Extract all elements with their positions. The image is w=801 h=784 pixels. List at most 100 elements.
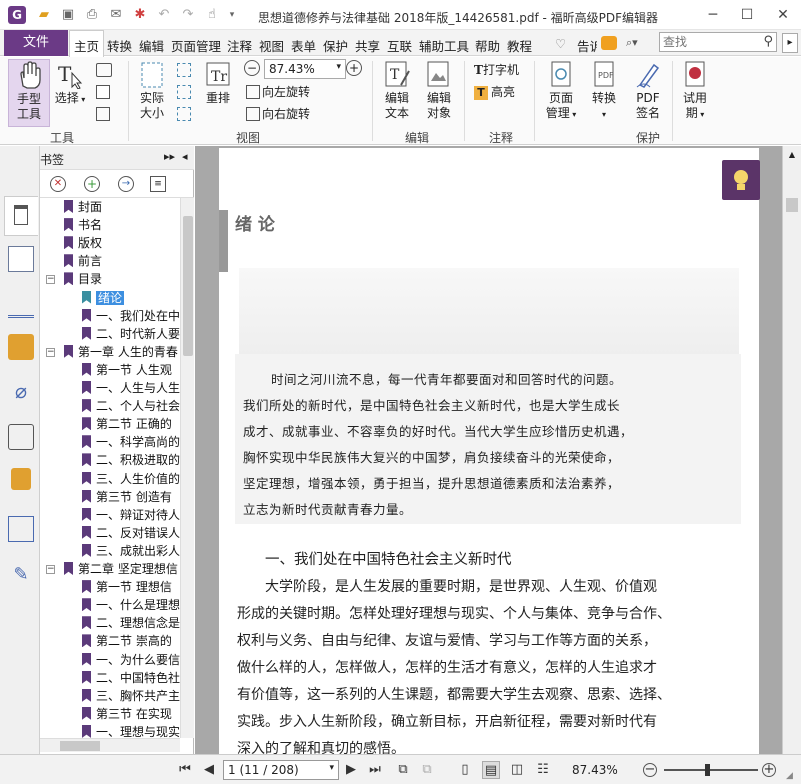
tab-help[interactable]: 帮助	[475, 36, 500, 55]
hand-cursor-icon[interactable]: ☝	[204, 7, 220, 23]
tab-share[interactable]: 共享	[355, 36, 380, 55]
redo-icon[interactable]: ↷	[180, 7, 196, 23]
scroll-up-icon[interactable]: ▲	[785, 148, 799, 162]
add-bookmark-icon[interactable]: +	[84, 176, 100, 192]
two-page-view-icon[interactable]: ◫	[508, 761, 526, 779]
bookmark-item[interactable]: 二、时代新人要	[82, 325, 180, 343]
panel-collapse-icon[interactable]: ◂	[182, 150, 188, 163]
zoom-out-icon[interactable]: −	[244, 60, 260, 76]
tab-comment[interactable]: 注释	[227, 36, 252, 55]
insert-page-icon[interactable]: ⧉	[418, 761, 436, 779]
hand-tool-button[interactable]: 手型 工具	[8, 59, 50, 127]
bookmark-item[interactable]: 第三节 创造有	[82, 488, 172, 506]
extract-page-icon[interactable]: ⧉	[394, 761, 412, 779]
tab-protect[interactable]: 保护	[323, 36, 348, 55]
new-doc-icon[interactable]: ✱	[132, 7, 148, 23]
previous-page-icon[interactable]: ◀	[200, 761, 218, 779]
undo-icon[interactable]: ↶	[156, 7, 172, 23]
bookmark-panel-tab[interactable]	[4, 196, 38, 236]
bookmark-item[interactable]: 封面	[64, 198, 102, 216]
tab-edit[interactable]: 编辑	[139, 36, 164, 55]
actual-size-button[interactable]: 实际 大小	[134, 59, 170, 127]
fit-width-icon[interactable]	[177, 85, 191, 99]
single-page-view-icon[interactable]: ▯	[456, 761, 474, 779]
bookmark-item[interactable]: 一、什么是理想	[82, 596, 180, 614]
paste-icon[interactable]	[96, 107, 110, 121]
panel-expand-icon[interactable]: ▸▸	[164, 150, 175, 163]
bookmark-item[interactable]: 第二节 正确的	[82, 415, 172, 433]
reflow-button[interactable]: Tr 重排	[200, 59, 236, 127]
bookmark-item[interactable]: 书名	[64, 216, 102, 234]
bookmark-item[interactable]: 目录	[64, 270, 102, 288]
bookmark-item[interactable]: 一、人生与人生	[82, 379, 180, 397]
status-zoom-out-icon[interactable]: −	[643, 763, 657, 777]
document-vertical-scrollbar[interactable]: ▲	[782, 146, 801, 754]
tab-convert[interactable]: 转换	[107, 36, 132, 55]
next-page-icon[interactable]: ▶	[342, 761, 360, 779]
bookmark-item[interactable]: 第一章 人生的青春	[64, 343, 178, 361]
zoom-in-icon[interactable]: +	[346, 60, 362, 76]
rotate-left-button[interactable]: 向左旋转	[246, 84, 310, 100]
resize-grip-icon[interactable]: ◢	[786, 771, 793, 781]
tree-collapse-toggle-icon[interactable]: −	[46, 565, 55, 574]
pdf-page[interactable]: 绪 论 时间之河川流不息，每一代青年都要面对和回答时代的问题。 我们所处的新时代…	[219, 148, 759, 754]
bookmark-item[interactable]: 二、积极进取的	[82, 451, 180, 469]
pages-icon[interactable]	[8, 246, 34, 272]
lock-icon[interactable]	[11, 468, 31, 490]
two-page-continuous-icon[interactable]: ☷	[534, 761, 552, 779]
comments-icon[interactable]	[8, 334, 34, 360]
form-fields-icon[interactable]	[8, 516, 34, 542]
first-page-icon[interactable]: ⏮	[176, 761, 194, 779]
rotate-right-button[interactable]: 向右旋转	[246, 106, 310, 122]
search-icon[interactable]: ⚲	[763, 34, 773, 49]
bookmark-horizontal-scrollbar[interactable]	[40, 738, 180, 752]
tab-home[interactable]: 主页	[69, 30, 105, 57]
tab-view[interactable]: 视图	[259, 36, 284, 55]
bookmark-item[interactable]: 二、个人与社会	[82, 397, 180, 415]
save-icon[interactable]: ▣	[60, 7, 76, 23]
ribbon-collapse-icon[interactable]: ▸	[782, 33, 798, 53]
zoom-combo[interactable]: 87.43% ▾	[264, 59, 346, 79]
fit-page-icon[interactable]	[177, 63, 191, 77]
minimize-button[interactable]: ─	[702, 4, 724, 26]
find-options-icon[interactable]: ⌕▾	[626, 36, 654, 50]
select-button[interactable]: T 选择 ▾	[52, 59, 88, 127]
goto-bookmark-icon[interactable]: →	[118, 176, 134, 192]
pdf-sign-button[interactable]: PDF 签名	[628, 59, 668, 127]
snapshot-icon[interactable]	[96, 63, 112, 77]
bookmark-item[interactable]: 一、为什么要信	[82, 651, 180, 669]
tree-collapse-toggle-icon[interactable]: −	[46, 275, 55, 285]
quick-access-dropdown-icon[interactable]: ▾	[224, 7, 240, 23]
convert-button[interactable]: PDF 转换 ▾	[586, 59, 622, 127]
continuous-view-icon[interactable]: ▤	[482, 761, 500, 779]
bookmark-item[interactable]: 第一节 理想信	[82, 578, 172, 596]
tab-connect[interactable]: 互联	[387, 36, 412, 55]
zoom-slider-thumb[interactable]	[705, 764, 710, 776]
layers-icon[interactable]	[8, 292, 34, 318]
coin-icon[interactable]	[601, 36, 617, 50]
tools-icon[interactable]: ✎	[8, 562, 34, 588]
bookmark-item[interactable]: 一、辩证对待人	[82, 506, 180, 524]
status-zoom-in-icon[interactable]: +	[762, 763, 776, 777]
document-viewport[interactable]: 绪 论 时间之河川流不息，每一代青年都要面对和回答时代的问题。 我们所处的新时代…	[195, 146, 782, 754]
bookmark-item[interactable]: 三、胸怀共产主	[82, 687, 180, 705]
attachment-icon[interactable]: ⌀	[8, 378, 34, 404]
typewriter-button[interactable]: T打字机	[474, 62, 519, 78]
delete-bookmark-icon[interactable]: ✕	[50, 176, 66, 192]
zoom-slider-track[interactable]	[664, 769, 758, 771]
bookmark-item[interactable]: 一、理想与现实	[82, 723, 180, 738]
bookmark-scroll-thumb[interactable]	[183, 216, 193, 356]
bookmark-item[interactable]: 三、成就出彩人	[82, 542, 180, 560]
bookmark-item[interactable]: 二、中国特色社	[82, 669, 180, 687]
file-menu-button[interactable]: 文件	[4, 30, 68, 56]
page-management-button[interactable]: 页面 管理 ▾	[540, 59, 582, 127]
bookmark-item[interactable]: 前言	[64, 252, 102, 270]
edit-object-button[interactable]: 编辑 对象	[420, 59, 458, 127]
bookmark-vertical-scrollbar[interactable]	[180, 198, 194, 738]
close-button[interactable]: ✕	[772, 4, 794, 26]
bookmark-item[interactable]: 第一节 人生观	[82, 361, 172, 379]
tips-lightbulb-button[interactable]	[722, 160, 760, 200]
bookmark-item[interactable]: 第二节 崇高的	[82, 632, 172, 650]
print-icon[interactable]: ⎙	[84, 7, 100, 23]
bookmark-item[interactable]: 版权	[64, 234, 102, 252]
